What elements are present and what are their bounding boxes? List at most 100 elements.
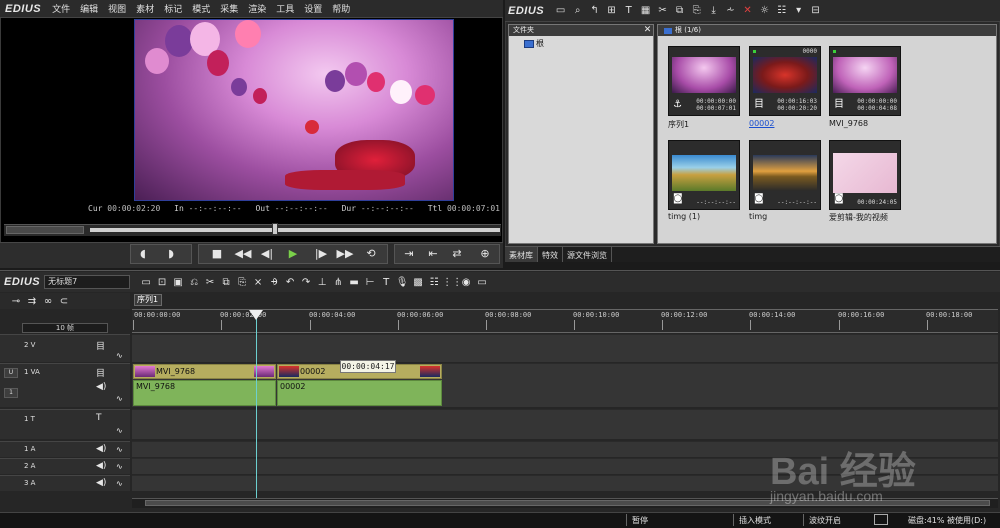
video-icon[interactable]: 目 — [96, 339, 105, 352]
sequence-tab[interactable]: 序列1 — [134, 294, 162, 306]
replace-icon[interactable]: ⇄ — [446, 246, 468, 262]
waveform-icon[interactable]: ∿ — [116, 479, 123, 488]
speaker-icon[interactable]: ◀) — [96, 461, 106, 471]
video-icon[interactable]: 目 — [96, 366, 105, 379]
track-header-2v[interactable]: 2 V 目 ∿ — [0, 334, 130, 362]
mode-icon[interactable]: ⊸ — [8, 296, 24, 307]
menu-view[interactable]: 视图 — [103, 2, 131, 15]
clip-name[interactable]: 00002 — [749, 119, 774, 128]
clip-thumbnail[interactable]: ◙ 00:00:24:05 — [829, 140, 901, 210]
play-icon[interactable]: ▶ — [282, 246, 304, 262]
status-insert-mode[interactable]: 插入模式 — [739, 515, 771, 526]
color-bar-icon[interactable]: ▦ — [637, 5, 654, 16]
cut-icon[interactable]: ✂ — [654, 5, 671, 16]
clip-thumbnail[interactable]: ◙ --:--:--:-- — [668, 140, 740, 210]
overwrite-icon[interactable]: ⇤ — [422, 246, 444, 262]
cut-icon[interactable]: ✂ — [202, 277, 218, 288]
position-slider-track[interactable] — [90, 228, 500, 232]
title-icon[interactable]: T — [378, 277, 394, 288]
menu-clip[interactable]: 素材 — [131, 2, 159, 15]
track-header-1t[interactable]: 1 T T ∿ — [0, 409, 130, 439]
save-icon[interactable]: ▣ — [170, 277, 186, 288]
group-icon[interactable]: ⊂ — [56, 296, 72, 307]
view-mode-icon[interactable]: ☷ — [773, 5, 790, 16]
speaker-icon[interactable]: ◀) — [96, 478, 106, 488]
copy-icon[interactable]: ⧉ — [218, 277, 234, 288]
add-to-timeline-icon[interactable]: ⤓ — [705, 5, 722, 16]
up-folder-icon[interactable]: ↰ — [586, 5, 603, 16]
menu-render[interactable]: 渲染 — [243, 2, 271, 15]
track-header-2a[interactable]: 2 A ◀) ∿ — [0, 458, 130, 474]
redo-arrow-icon[interactable]: ↷ — [298, 277, 314, 288]
record-icon[interactable]: ⊕ — [474, 246, 496, 262]
add-marker-icon[interactable]: ⊢ — [362, 277, 378, 288]
clip-thumbnail[interactable]: ◙ --:--:--:-- — [749, 140, 821, 210]
title-icon[interactable]: T — [620, 5, 637, 16]
menu-file[interactable]: 文件 — [47, 2, 75, 15]
add-clip-icon[interactable]: ⊞ — [603, 5, 620, 16]
speaker-icon[interactable]: ◀) — [96, 444, 106, 454]
link-icon[interactable]: 1 — [4, 388, 18, 398]
paste-icon[interactable]: ⎘ — [234, 277, 250, 288]
shuttle-slider[interactable] — [6, 226, 84, 234]
folder-root-item[interactable]: 根 — [524, 38, 544, 49]
insert-timeline-icon[interactable]: ⩪ — [722, 5, 739, 16]
close-icon[interactable]: ✕ — [642, 25, 653, 36]
snap-icon[interactable]: ⋔ — [330, 277, 346, 288]
link-icon[interactable]: ∞ — [40, 296, 56, 307]
status-ripple[interactable]: 波纹开启 — [809, 515, 841, 526]
undo-arrow-icon[interactable]: ↶ — [282, 277, 298, 288]
paste-icon[interactable]: ⎘ — [688, 5, 705, 16]
rewind-icon[interactable]: ◀◀ — [232, 246, 254, 262]
track-settings-icon[interactable]: ☷ — [426, 277, 442, 288]
copy-icon[interactable]: ⧉ — [671, 5, 688, 16]
properties-icon[interactable]: ☼ — [756, 5, 773, 16]
undo-icon[interactable]: ⎌ — [186, 277, 202, 288]
track-body-1t[interactable] — [132, 409, 998, 439]
new-project-icon[interactable]: ▭ — [138, 277, 154, 288]
search-icon[interactable]: ⌕ — [569, 5, 586, 16]
step-forward-icon[interactable]: |▶ — [310, 246, 332, 262]
position-slider-handle[interactable] — [272, 223, 278, 235]
ripple-delete-icon[interactable]: ⨮ — [266, 277, 282, 288]
timeline-cursor-handle[interactable] — [249, 310, 263, 320]
lock-icon[interactable]: U — [4, 368, 18, 378]
menu-capture[interactable]: 采集 — [215, 2, 243, 15]
clip-thumbnail[interactable]: 目 00:00:00:00 00:00:04:08 — [829, 46, 901, 116]
tab-bin[interactable]: 素材库 — [505, 247, 538, 262]
tab-effects[interactable]: 特效 — [538, 247, 563, 262]
track-header-3a[interactable]: 3 A ◀) ∿ — [0, 475, 130, 491]
waveform-icon[interactable]: ∿ — [116, 351, 123, 360]
waveform-icon[interactable]: ∿ — [116, 394, 123, 403]
split-icon[interactable]: ⊥ — [314, 277, 330, 288]
fast-forward-icon[interactable]: ▶▶ — [334, 246, 356, 262]
clip-thumbnail[interactable]: 0000 目 00:00:16:03 00:00:20:20 — [749, 46, 821, 116]
monitor-icon[interactable] — [874, 514, 888, 525]
set-out-icon[interactable]: ◗ — [160, 246, 182, 262]
menu-tools[interactable]: 工具 — [271, 2, 299, 15]
menu-edit[interactable]: 编辑 — [75, 2, 103, 15]
clip-thumbnail[interactable]: ⚓ 00:00:00:00 00:00:07:01 — [668, 46, 740, 116]
menu-settings[interactable]: 设置 — [299, 2, 327, 15]
waveform-icon[interactable]: ∿ — [116, 445, 123, 454]
timeline-video-clip[interactable]: MVI_9768 — [133, 364, 276, 379]
loop-icon[interactable]: ⟲ — [360, 246, 382, 262]
track-header-1a[interactable]: 1 A ◀) ∿ — [0, 441, 130, 457]
menu-help[interactable]: 帮助 — [327, 2, 355, 15]
set-in-icon[interactable]: ◖ — [132, 246, 154, 262]
menu-marker[interactable]: 标记 — [159, 2, 187, 15]
timeline-audio-clip[interactable]: 00002 — [277, 380, 442, 406]
color-correct-icon[interactable]: ▩ — [410, 277, 426, 288]
waveform-icon[interactable]: ∿ — [116, 462, 123, 471]
render-icon[interactable]: ◉ — [458, 277, 474, 288]
microphone-icon[interactable]: 🎙 — [394, 277, 410, 288]
tab-source-browser[interactable]: 源文件浏览 — [563, 247, 612, 262]
bin-menu-icon[interactable]: ⊟ — [807, 5, 824, 16]
open-project-icon[interactable]: ⊡ — [154, 277, 170, 288]
timeline-audio-clip[interactable]: MVI_9768 — [133, 380, 276, 406]
folder-icon[interactable]: ▭ — [552, 5, 569, 16]
output-icon[interactable]: ▭ — [474, 277, 490, 288]
title-icon[interactable]: T — [96, 413, 102, 423]
step-back-icon[interactable]: ◀| — [256, 246, 278, 262]
marker-icon[interactable]: ▬ — [346, 277, 362, 288]
